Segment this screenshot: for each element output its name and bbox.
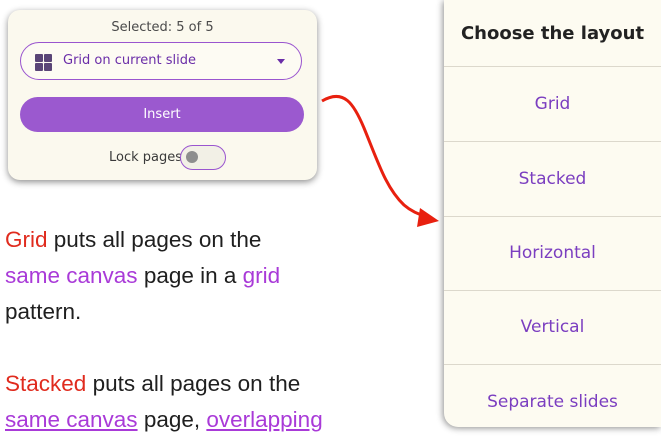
grid-description: Grid puts all pages on the same canvas p… — [5, 222, 405, 330]
layout-option-vertical[interactable]: Vertical — [444, 290, 661, 365]
layout-menu: Choose the layout Grid Stacked Horizonta… — [444, 0, 661, 427]
layout-option-stacked[interactable]: Stacked — [444, 142, 661, 217]
grid-term: Grid — [5, 227, 48, 252]
grid-desc-part3: pattern. — [5, 299, 82, 324]
layout-menu-title: Choose the layout — [444, 0, 661, 67]
grid-highlight-grid: grid — [242, 263, 281, 288]
grid-desc-part1: puts all pages on the — [47, 227, 262, 252]
layout-option-separate-slides[interactable]: Separate slides — [444, 365, 661, 427]
stacked-description: Stacked puts all pages on the same canva… — [5, 366, 405, 438]
stacked-desc-part1: puts all pages on the — [86, 371, 301, 396]
layout-option-grid[interactable]: Grid — [444, 67, 661, 142]
stacked-term: Stacked — [5, 371, 87, 396]
grid-desc-part2: page in a — [137, 263, 243, 288]
stacked-highlight-overlapping: overlapping — [206, 407, 323, 432]
layout-option-horizontal[interactable]: Horizontal — [444, 216, 661, 291]
stacked-highlight-canvas: same canvas — [5, 407, 138, 432]
stacked-desc-part2: page, — [137, 407, 207, 432]
grid-highlight-canvas: same canvas — [5, 263, 138, 288]
